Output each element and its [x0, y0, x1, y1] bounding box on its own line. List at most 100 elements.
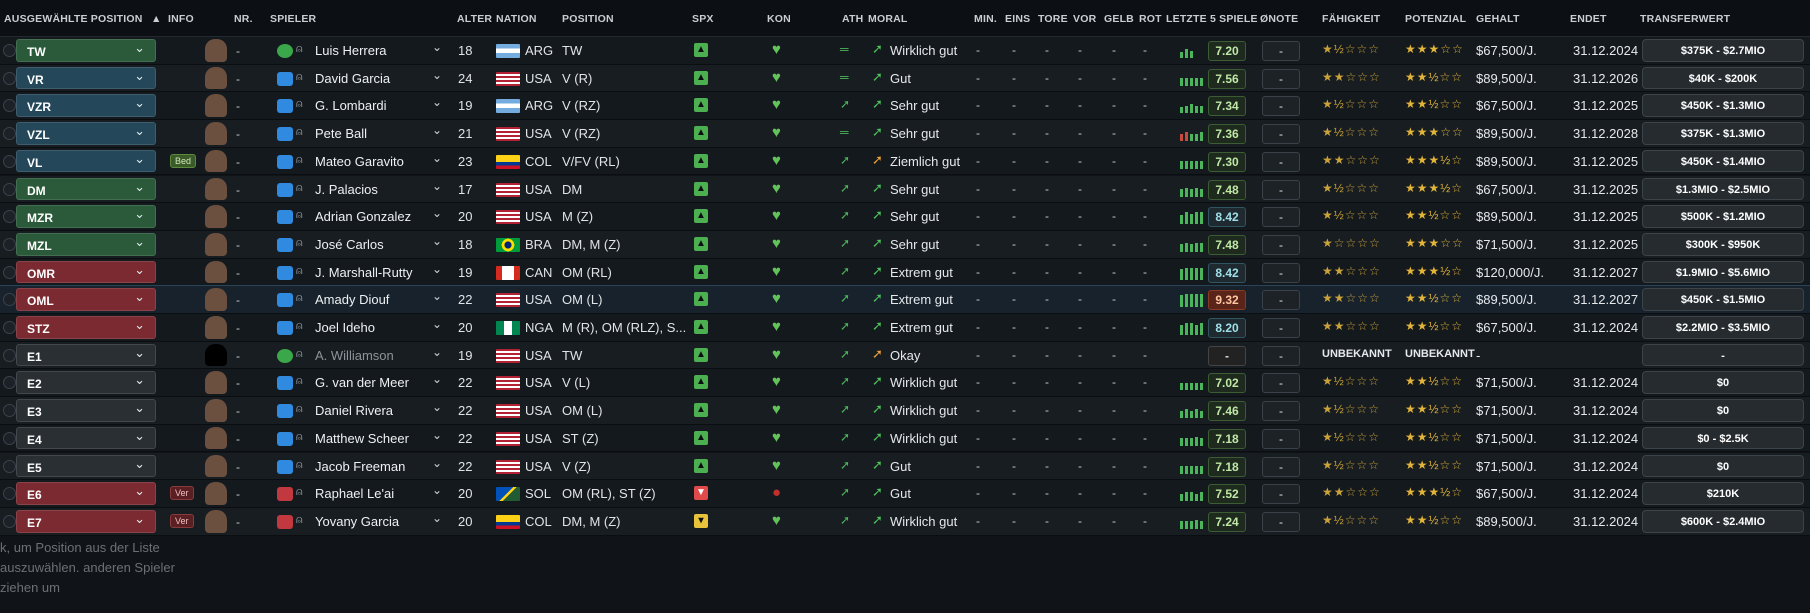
- header-rot[interactable]: ROT: [1139, 13, 1162, 25]
- chevron-down-icon[interactable]: ⌄: [134, 68, 145, 84]
- chevron-down-icon[interactable]: ⌄: [432, 428, 442, 442]
- header-spieler[interactable]: SPIELER: [270, 13, 316, 25]
- header-faehigkeit[interactable]: FÄHIGKEIT: [1322, 13, 1380, 25]
- chevron-down-icon[interactable]: ⌄: [432, 40, 442, 54]
- row-checkbox[interactable]: [3, 293, 16, 307]
- header-nr[interactable]: NR.: [234, 13, 253, 25]
- chevron-down-icon[interactable]: ⌄: [432, 206, 442, 220]
- header-potenzial[interactable]: POTENZIAL: [1405, 13, 1466, 25]
- player-name[interactable]: Matthew Scheer: [315, 431, 409, 446]
- table-row[interactable]: E6 ⌄ Ver - ⍝ Raphael Le'ai ⌄ 20 SOL OM (RL), ST (…: [0, 480, 1810, 508]
- header-ath[interactable]: ATH: [842, 13, 863, 25]
- row-checkbox[interactable]: [3, 487, 16, 501]
- table-row[interactable]: E7 ⌄ Ver - ⍝ Yovany Garcia ⌄ 20 COL DM, M (Z) ▾ ♥ ➚ ➚…: [0, 507, 1810, 536]
- chevron-down-icon[interactable]: ⌄: [134, 40, 145, 56]
- transfer-value-button[interactable]: $375K - $2.7MIO: [1642, 39, 1804, 62]
- info-badge[interactable]: Ver: [170, 486, 194, 501]
- header-kon[interactable]: KON: [767, 13, 791, 25]
- header-pos[interactable]: POSITION: [562, 13, 614, 25]
- row-checkbox[interactable]: [3, 348, 16, 362]
- header-min[interactable]: MIN.: [974, 13, 997, 25]
- row-checkbox[interactable]: [3, 431, 16, 445]
- chevron-down-icon[interactable]: ⌄: [432, 483, 442, 497]
- transfer-value-button[interactable]: $300K - $950K: [1642, 232, 1804, 256]
- position-selector[interactable]: E7 ⌄: [16, 509, 156, 533]
- player-name[interactable]: J. Palacios: [315, 182, 378, 197]
- header-transfer[interactable]: TRANSFERWERT: [1640, 13, 1730, 25]
- chevron-down-icon[interactable]: ⌄: [134, 511, 145, 527]
- position-selector[interactable]: DM ⌄: [16, 177, 156, 201]
- header-info[interactable]: INFO: [168, 13, 194, 25]
- row-checkbox[interactable]: [3, 237, 16, 251]
- transfer-value-button[interactable]: $500K - $1.2MIO: [1642, 205, 1804, 228]
- table-row[interactable]: OMR ⌄ - ⍝ J. Marshall-Rutty ⌄ 19 CAN OM (RL) ▲ ♥ ➚ ➚…: [0, 258, 1810, 287]
- table-row[interactable]: STZ ⌄ - ⍝ Joel Ideho ⌄ 20 NGA M (R), OM (RLZ), S…: [0, 314, 1810, 342]
- transfer-value-button[interactable]: $210K: [1642, 482, 1804, 505]
- chevron-down-icon[interactable]: ⌄: [432, 289, 442, 303]
- chevron-down-icon[interactable]: ⌄: [432, 151, 442, 165]
- chevron-down-icon[interactable]: ⌄: [432, 68, 442, 82]
- player-name[interactable]: Raphael Le'ai: [315, 486, 394, 501]
- position-selector[interactable]: E2 ⌄: [16, 371, 156, 395]
- table-row[interactable]: E2 ⌄ - ⍝ G. van der Meer ⌄ 22 USA V (L) ▲ ♥ ➚ ➚ Wirkl…: [0, 369, 1810, 398]
- chevron-down-icon[interactable]: ⌄: [134, 95, 145, 111]
- chevron-down-icon[interactable]: ⌄: [432, 511, 442, 525]
- header-spx[interactable]: SPX: [692, 13, 714, 25]
- chevron-down-icon[interactable]: ⌄: [134, 179, 145, 195]
- transfer-value-button[interactable]: $0 - $2.5K: [1642, 426, 1804, 450]
- row-checkbox[interactable]: [3, 210, 16, 224]
- row-checkbox[interactable]: [3, 99, 16, 113]
- chevron-down-icon[interactable]: ⌄: [432, 95, 442, 109]
- row-checkbox[interactable]: [3, 376, 16, 390]
- position-selector[interactable]: VZL ⌄: [16, 122, 156, 145]
- player-name[interactable]: Yovany Garcia: [315, 514, 399, 529]
- chevron-down-icon[interactable]: ⌄: [432, 400, 442, 414]
- chevron-down-icon[interactable]: ⌄: [134, 483, 145, 499]
- transfer-value-button[interactable]: $450K - $1.5MIO: [1642, 288, 1804, 311]
- position-selector[interactable]: MZR ⌄: [16, 205, 156, 228]
- header-letzte[interactable]: LETZTE 5 SPIELE: [1166, 13, 1258, 25]
- position-selector[interactable]: VL ⌄: [16, 149, 156, 173]
- player-name[interactable]: A. Williamson: [315, 348, 394, 363]
- sort-asc-icon[interactable]: ▲: [151, 13, 162, 25]
- table-row[interactable]: OML ⌄ - ⍝ Amady Diouf ⌄ 22 USA OM (L) ▲ ♥ ➚ ➚ Extrem …: [0, 285, 1810, 315]
- transfer-value-button[interactable]: $375K - $1.3MIO: [1642, 122, 1804, 145]
- transfer-value-button[interactable]: $1.3MIO - $2.5MIO: [1642, 177, 1804, 201]
- position-selector[interactable]: OMR ⌄: [16, 260, 156, 284]
- row-checkbox[interactable]: [3, 127, 16, 141]
- info-badge[interactable]: Bed: [170, 153, 197, 168]
- position-selector[interactable]: VR ⌄: [16, 66, 156, 90]
- header-tore[interactable]: TORE: [1038, 13, 1068, 25]
- chevron-down-icon[interactable]: ⌄: [134, 345, 145, 361]
- header-vor[interactable]: VOR: [1073, 13, 1096, 25]
- position-selector[interactable]: STZ ⌄: [16, 316, 156, 339]
- chevron-down-icon[interactable]: ⌄: [432, 179, 442, 193]
- table-row[interactable]: E3 ⌄ - ⍝ Daniel Rivera ⌄ 22 USA OM (L) ▲ ♥ ➚ ➚ Wirkli…: [0, 397, 1810, 425]
- table-row[interactable]: VR ⌄ - ⍝ David Garcia ⌄ 24 USA V (R) ▲ ♥ ═ ➚ Gut - - - - -…: [0, 64, 1810, 93]
- chevron-down-icon[interactable]: ⌄: [134, 123, 145, 139]
- header-onote[interactable]: ØNOTE: [1260, 13, 1298, 25]
- row-checkbox[interactable]: [3, 71, 16, 85]
- chevron-down-icon[interactable]: ⌄: [432, 372, 442, 386]
- header-endet[interactable]: ENDET: [1570, 13, 1607, 25]
- player-name[interactable]: José Carlos: [315, 237, 384, 252]
- position-selector[interactable]: E3 ⌄: [16, 399, 156, 422]
- table-row[interactable]: TW ⌄ - ⍝ Luis Herrera ⌄ 18 ARG TW ▲ ♥ ═ ➚ Wirklich gu…: [0, 37, 1810, 65]
- player-name[interactable]: Adrian Gonzalez: [315, 209, 411, 224]
- chevron-down-icon[interactable]: ⌄: [134, 151, 145, 167]
- row-checkbox[interactable]: [3, 321, 16, 334]
- table-row[interactable]: VL ⌄ Bed - ⍝ Mateo Garavito ⌄ 23 COL V/FV (RL) ▲ ♥ ➚…: [0, 147, 1810, 176]
- header-moral[interactable]: MORAL: [868, 13, 908, 25]
- chevron-down-icon[interactable]: ⌄: [134, 428, 145, 444]
- position-selector[interactable]: MZL ⌄: [16, 232, 156, 256]
- info-badge[interactable]: Ver: [170, 513, 194, 528]
- transfer-value-button[interactable]: $1.9MIO - $5.6MIO: [1642, 260, 1804, 284]
- chevron-down-icon[interactable]: ⌄: [134, 400, 145, 416]
- chevron-down-icon[interactable]: ⌄: [134, 456, 145, 472]
- row-checkbox[interactable]: [3, 459, 16, 473]
- transfer-value-button[interactable]: $450K - $1.4MIO: [1642, 149, 1804, 173]
- chevron-down-icon[interactable]: ⌄: [432, 262, 442, 276]
- chevron-down-icon[interactable]: ⌄: [134, 317, 145, 333]
- player-name[interactable]: Joel Ideho: [315, 320, 375, 335]
- player-name[interactable]: Mateo Garavito: [315, 154, 404, 169]
